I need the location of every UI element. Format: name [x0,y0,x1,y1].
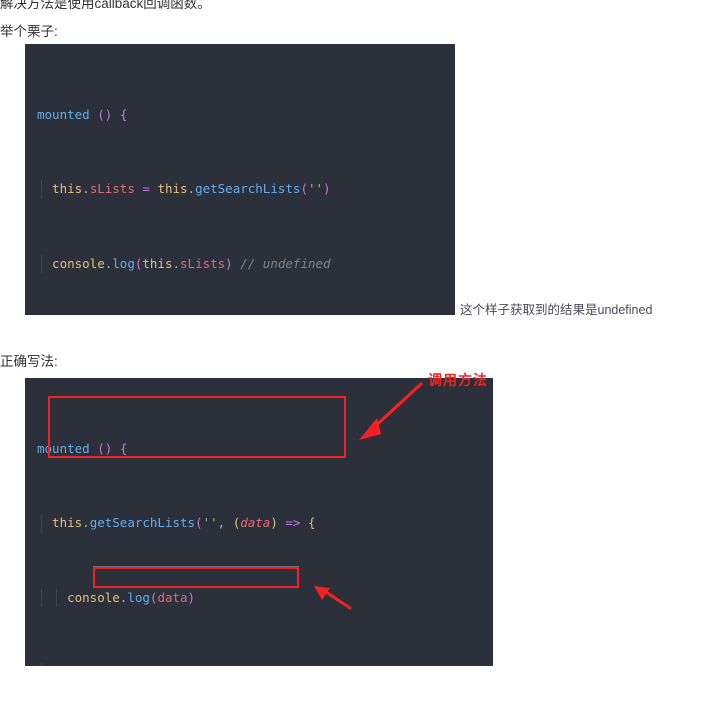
code-line: console.log(data) [25,588,493,608]
code-underline-marker [93,566,299,567]
example-lead-text: 举个栗子: [0,24,58,39]
code-block-correct-example[interactable]: mounted () { this.getSearchLists('', (da… [25,378,493,666]
undefined-result-note: 这个样子获取到的结果是undefined [460,303,653,317]
code-line: }) [25,662,493,666]
code-line: this.getSearchLists('', (data) => { [25,514,493,533]
code-line: mounted () { [37,106,128,122]
code-block-wrong-example[interactable]: mounted () { this.sLists = this.getSearc… [25,44,455,315]
code-line: this.sLists = this.getSearchLists('') [25,180,455,199]
code-line: console.log(this.sLists) // undefined [25,254,455,274]
annotation-label-call-method: 调用方法 [428,372,488,388]
correct-usage-lead-text: 正确写法: [0,354,58,369]
code-line: mounted () { [37,440,128,456]
intro-paragraph: 解决方法是使用callback回调函数。 [0,0,211,11]
